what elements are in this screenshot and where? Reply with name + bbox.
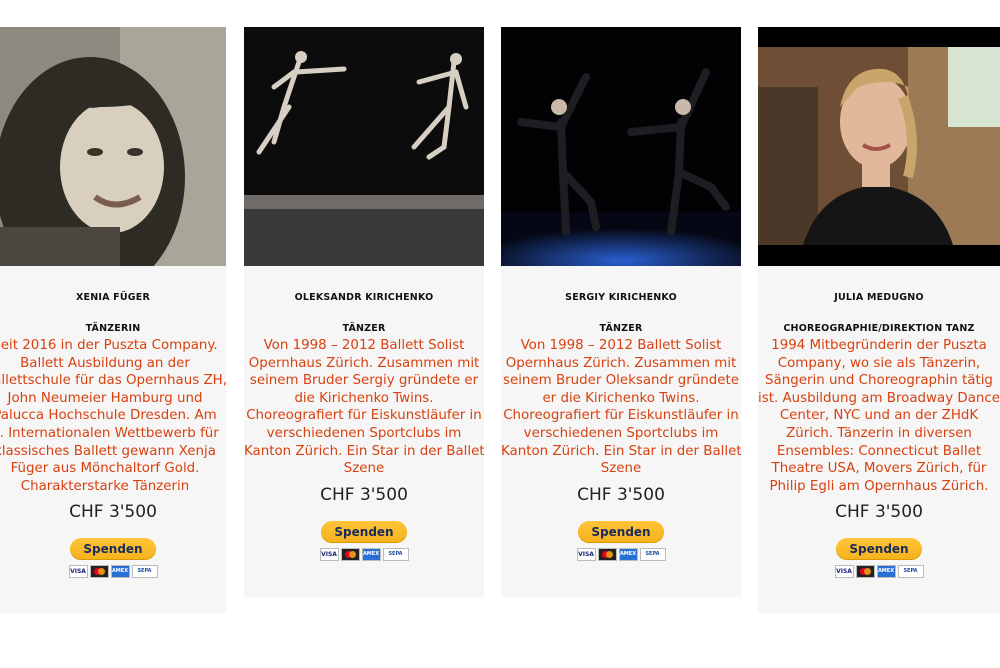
artist-bio: Seit 2016 in der Puszta Company. Ballett… bbox=[0, 337, 226, 495]
artist-photo bbox=[244, 27, 484, 266]
price: CHF 3'500 bbox=[835, 502, 923, 523]
sepa-icon: SEPA bbox=[131, 565, 158, 579]
bio-line: Ballettschule für das Opernhaus ZH, bbox=[0, 373, 226, 389]
bio-line: Theatre USA, Movers Zürich, für bbox=[771, 461, 987, 477]
bio-line: Opernhaus Zürich. Zusammen mit bbox=[248, 355, 480, 371]
bio-line: 3. Internationalen Wettbewerb für bbox=[0, 425, 219, 441]
payment-methods: VISA AMEX SEPA bbox=[319, 547, 409, 561]
artist-role: TÄNZERIN bbox=[85, 323, 141, 334]
price: CHF 3'500 bbox=[577, 484, 665, 505]
bio-line: Palucca Hochschule Dresden. Am bbox=[0, 408, 217, 424]
artist-bio: Von 1998 – 2012 Ballett Solist Opernhaus… bbox=[244, 337, 484, 478]
bio-line: Charakterstarke Tänzerin bbox=[20, 478, 190, 494]
bio-line: ist. Ausbildung am Broadway Dance bbox=[758, 390, 1000, 406]
bio-line: seinem Bruder Oleksandr gründete bbox=[502, 373, 740, 389]
bio-line: Szene bbox=[343, 461, 385, 477]
artist-card: SERGIY KIRICHENKO TÄNZER Von 1998 – 2012… bbox=[501, 27, 741, 597]
artist-name: JULIA MEDUGNO bbox=[834, 292, 924, 303]
artist-info: OLEKSANDR KIRICHENKO TÄNZER Von 1998 – 2… bbox=[244, 266, 484, 597]
bio-line: Von 1998 – 2012 Ballett Solist bbox=[263, 338, 465, 353]
artist-info: XENIA FÜGER TÄNZERIN Seit 2016 in der Pu… bbox=[0, 266, 226, 613]
mastercard-icon bbox=[89, 565, 109, 579]
bio-line: verschiedenen Sportclubs im bbox=[523, 425, 719, 441]
artist-role: TÄNZER bbox=[342, 323, 386, 334]
bio-line: Von 1998 – 2012 Ballett Solist bbox=[520, 338, 722, 353]
artist-photo bbox=[501, 27, 741, 266]
bio-line: 1994 Mitbegründerin der Puszta bbox=[771, 338, 987, 353]
bio-line: er die Kirichenko Twins. bbox=[542, 390, 700, 406]
artist-role: CHOREOGRAPHIE/DIREKTION TANZ bbox=[783, 323, 975, 334]
artist-bio: 1994 Mitbegründerin der Puszta Company, … bbox=[758, 337, 1000, 495]
bio-line: klassisches Ballett gewann Xenja bbox=[0, 443, 216, 459]
bio-line: Ballett Ausbildung an der bbox=[20, 355, 190, 371]
artist-bio: Von 1998 – 2012 Ballett Solist Opernhaus… bbox=[501, 337, 741, 478]
bio-line: verschiedenen Sportclubs im bbox=[266, 425, 462, 441]
donate-button[interactable]: Spenden bbox=[836, 538, 922, 561]
mastercard-icon bbox=[597, 547, 617, 561]
payment-methods: VISA AMEX SEPA bbox=[68, 565, 158, 579]
bio-line: Center, NYC und an der ZHdK bbox=[779, 408, 979, 424]
bio-line: Kanton Zürich. Ein Star in der Ballett bbox=[501, 443, 741, 459]
artist-name: OLEKSANDR KIRICHENKO bbox=[294, 292, 434, 303]
artist-role: TÄNZER bbox=[599, 323, 643, 334]
payment-methods: VISA AMEX SEPA bbox=[834, 565, 924, 579]
artist-name: SERGIY KIRICHENKO bbox=[565, 292, 677, 303]
bio-line: John Neumeier Hamburg und bbox=[7, 390, 203, 406]
bio-line: Opernhaus Zürich. Zusammen mit bbox=[505, 355, 737, 371]
bio-line: seinem Bruder Sergiy gründete er bbox=[249, 373, 479, 389]
bio-line: Choreografiert für Eiskunstläufer in bbox=[246, 408, 482, 424]
payment-methods: VISA AMEX SEPA bbox=[576, 547, 666, 561]
sepa-icon: SEPA bbox=[382, 547, 409, 561]
bio-line: Szene bbox=[600, 461, 642, 477]
amex-icon: AMEX bbox=[361, 547, 381, 561]
mastercard-icon bbox=[340, 547, 360, 561]
visa-icon: VISA bbox=[68, 565, 88, 579]
visa-icon: VISA bbox=[576, 547, 596, 561]
mastercard-icon bbox=[855, 565, 875, 579]
artist-photo bbox=[758, 27, 1000, 266]
artist-card: OLEKSANDR KIRICHENKO TÄNZER Von 1998 – 2… bbox=[244, 27, 484, 597]
donate-button[interactable]: Spenden bbox=[578, 520, 664, 543]
bio-line: Philip Egli am Opernhaus Zürich. bbox=[769, 478, 989, 494]
artist-card: XENIA FÜGER TÄNZERIN Seit 2016 in der Pu… bbox=[0, 27, 226, 613]
artist-name: XENIA FÜGER bbox=[76, 292, 150, 303]
bio-line: Seit 2016 in der Puszta Company. bbox=[0, 338, 218, 353]
sepa-icon: SEPA bbox=[639, 547, 666, 561]
artist-card: JULIA MEDUGNO CHOREOGRAPHIE/DIREKTION TA… bbox=[758, 27, 1000, 613]
paypal-donate: Spenden VISA AMEX SEPA bbox=[244, 520, 484, 561]
bio-line: die Kirichenko Twins. bbox=[294, 390, 434, 406]
visa-icon: VISA bbox=[319, 547, 339, 561]
donate-button[interactable]: Spenden bbox=[70, 538, 156, 561]
amex-icon: AMEX bbox=[876, 565, 896, 579]
bio-line: Ensembles: Connecticut Ballet bbox=[776, 443, 982, 459]
amex-icon: AMEX bbox=[110, 565, 130, 579]
paypal-donate: Spenden VISA AMEX SEPA bbox=[758, 538, 1000, 579]
bio-line: Füger aus Mönchaltorf Gold. bbox=[10, 461, 200, 477]
bio-line: Choreografiert für Eiskunstläufer in bbox=[503, 408, 739, 424]
artist-info: JULIA MEDUGNO CHOREOGRAPHIE/DIREKTION TA… bbox=[758, 266, 1000, 613]
price: CHF 3'500 bbox=[69, 502, 157, 523]
paypal-donate: Spenden VISA AMEX SEPA bbox=[0, 538, 226, 579]
bio-line: Sängerin und Choreographin tätig bbox=[765, 373, 993, 389]
sepa-icon: SEPA bbox=[897, 565, 924, 579]
paypal-donate: Spenden VISA AMEX SEPA bbox=[501, 520, 741, 561]
amex-icon: AMEX bbox=[618, 547, 638, 561]
bio-line: Zürich. Tänzerin in diversen bbox=[786, 425, 972, 441]
bio-line: Company, wo sie als Tänzerin, bbox=[777, 355, 981, 371]
artist-photo bbox=[0, 27, 226, 266]
donate-button[interactable]: Spenden bbox=[321, 520, 407, 543]
visa-icon: VISA bbox=[834, 565, 854, 579]
bio-line: Kanton Zürich. Ein Star in der Ballett bbox=[244, 443, 484, 459]
price: CHF 3'500 bbox=[320, 484, 408, 505]
artist-info: SERGIY KIRICHENKO TÄNZER Von 1998 – 2012… bbox=[501, 266, 741, 597]
